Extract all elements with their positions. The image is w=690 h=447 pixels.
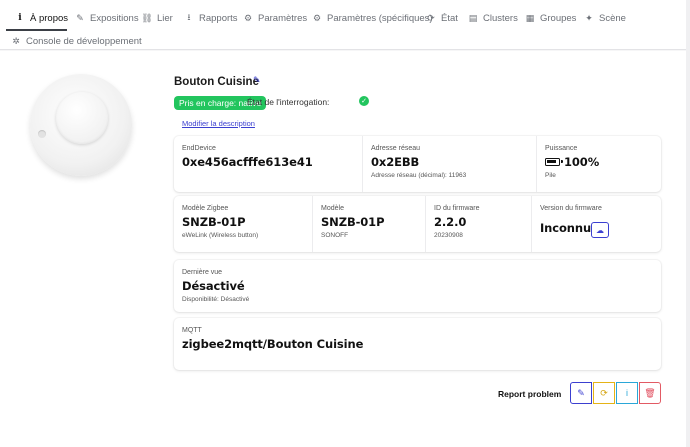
device-image-button — [56, 92, 108, 144]
endevice-label: EndDevice — [182, 145, 216, 152]
model-value: SNZB-01P — [321, 215, 385, 229]
mqtt-topic: zigbee2mqtt/Bouton Cuisine — [182, 337, 364, 351]
reconfigure-button[interactable]: ⟳ — [593, 382, 615, 404]
link-icon: ⛓ — [141, 12, 153, 23]
tab-about[interactable]: i À propos — [14, 8, 68, 28]
firmware-version-label: Version du firmware — [540, 205, 602, 212]
network-address-label: Adresse réseau — [371, 145, 421, 152]
scrollbar[interactable] — [686, 0, 690, 447]
tab-label: Clusters — [483, 12, 518, 24]
ieee-address: 0xe456acfffe613e41 — [182, 155, 313, 169]
firmware-id-cell: ID du firmware 2.2.0 20230908 — [425, 196, 531, 252]
power-value-row: 100% — [545, 155, 599, 169]
power-label: Puissance — [545, 145, 578, 152]
info-icon: i — [626, 388, 628, 398]
edit-name-icon[interactable]: ✎ — [253, 75, 261, 86]
tab-label: Paramètres — [258, 12, 308, 24]
mqtt-label: MQTT — [182, 327, 202, 334]
model-cell: Modèle SNZB-01P SONOFF — [312, 196, 425, 252]
tab-label: Rapports — [199, 12, 238, 24]
download-icon: ⭳ — [187, 12, 191, 22]
battery-full-icon — [545, 157, 563, 166]
cog-icon: ⚙ — [312, 12, 322, 23]
info-card-mqtt: MQTT zigbee2mqtt/Bouton Cuisine — [174, 318, 661, 370]
endevice-cell: EndDevice 0xe456acfffe613e41 — [174, 136, 362, 192]
zigbee-model-value: SNZB-01P — [182, 215, 246, 229]
info-card-last-seen: Dernière vue Désactivé Disponibilité: Dé… — [174, 260, 661, 312]
model-label: Modèle — [321, 205, 344, 212]
edit-device-button[interactable]: ✎ — [570, 382, 592, 404]
last-seen-value: Désactivé — [182, 279, 245, 293]
server-icon: ▤ — [468, 12, 478, 23]
tab-label: Scène — [599, 12, 626, 24]
cloud-upload-icon[interactable]: ☁ — [591, 222, 609, 238]
info-card-identity: EndDevice 0xe456acfffe613e41 Adresse rés… — [174, 136, 661, 192]
sync-icon: ⟳ — [427, 12, 435, 23]
tab-label: Console de développement — [26, 35, 142, 47]
trash-icon: 🗑 — [644, 387, 656, 398]
network-address-decimal: Adresse réseau (décimal): 11963 — [371, 172, 467, 179]
tab-scene[interactable]: ✦ Scène — [583, 8, 626, 28]
device-image-led — [38, 130, 46, 138]
tab-bind[interactable]: ⛓ Lier — [141, 8, 173, 28]
check-circle-icon: ✓ — [359, 96, 369, 106]
tab-label: Lier — [157, 12, 173, 24]
tab-state[interactable]: ⟳ État — [425, 8, 458, 28]
tab-dev-console[interactable]: ✲ Console de développement — [10, 31, 142, 51]
edit-icon: ✎ — [577, 387, 585, 398]
group-icon: ▦ — [525, 12, 535, 23]
last-seen-label: Dernière vue — [182, 269, 223, 276]
zigbee-model-label: Modèle Zigbee — [182, 205, 229, 212]
tab-specific-settings[interactable]: ⚙ Paramètres (spécifiques) — [311, 8, 433, 28]
power-source: Pile — [545, 172, 556, 179]
tab-clusters[interactable]: ▤ Clusters — [467, 8, 518, 28]
firmware-id-value: 2.2.0 — [434, 215, 467, 229]
zigbee-model-vendor: eWeLink (Wireless button) — [182, 232, 259, 239]
device-image — [30, 74, 132, 176]
magic-icon: ✦ — [585, 12, 593, 23]
tab-label: À propos — [30, 12, 69, 24]
model-vendor: SONOFF — [321, 232, 349, 239]
tab-reporting[interactable]: ⭳ Rapports — [183, 8, 238, 28]
interview-state-label: État de l'interrogation: — [247, 97, 330, 107]
tab-label: Paramètres (spécifiques) — [327, 12, 433, 24]
tab-label: Groupes — [540, 12, 577, 24]
reconfigure-icon: ⟳ — [600, 387, 608, 398]
availability-text: Disponibilité: Désactivé — [182, 296, 250, 303]
bug-icon: ✲ — [12, 35, 20, 46]
info-icon: i — [18, 13, 22, 23]
network-address-value: 0x2EBB — [371, 155, 420, 169]
tab-label: Expositions — [90, 12, 139, 24]
last-seen-cell: Dernière vue Désactivé Disponibilité: Dé… — [174, 260, 661, 312]
tab-bar: i À propos ✎ Expositions ⛓ Lier ⭳ Rappor… — [0, 0, 690, 50]
pencil-icon: ✎ — [76, 12, 84, 23]
tab-groups[interactable]: ▦ Groupes — [524, 8, 577, 28]
tab-exposes[interactable]: ✎ Expositions — [74, 8, 139, 28]
tab-label: État — [441, 12, 458, 24]
power-cell: Puissance 100% Pile — [536, 136, 661, 192]
info-card-model: Modèle Zigbee SNZB-01P eWeLink (Wireless… — [174, 196, 661, 252]
network-address-cell: Adresse réseau 0x2EBB Adresse réseau (dé… — [362, 136, 536, 192]
zigbee-model-cell: Modèle Zigbee SNZB-01P eWeLink (Wireless… — [174, 196, 312, 252]
interview-button[interactable]: i — [616, 382, 638, 404]
report-problem-link[interactable]: Report problem — [498, 389, 561, 399]
mqtt-cell: MQTT zigbee2mqtt/Bouton Cuisine — [174, 318, 661, 370]
edit-description-link[interactable]: Modifier la description — [182, 119, 255, 128]
delete-button[interactable]: 🗑 — [639, 382, 661, 404]
power-value: 100% — [564, 155, 600, 169]
device-title: Bouton Cuisine — [174, 76, 259, 88]
tab-settings[interactable]: ⚙ Paramètres — [242, 8, 307, 28]
firmware-id-label: ID du firmware — [434, 205, 480, 212]
firmware-version-value: Inconnu — [540, 221, 592, 235]
firmware-date: 20230908 — [434, 232, 463, 239]
cogs-icon: ⚙ — [243, 12, 253, 23]
